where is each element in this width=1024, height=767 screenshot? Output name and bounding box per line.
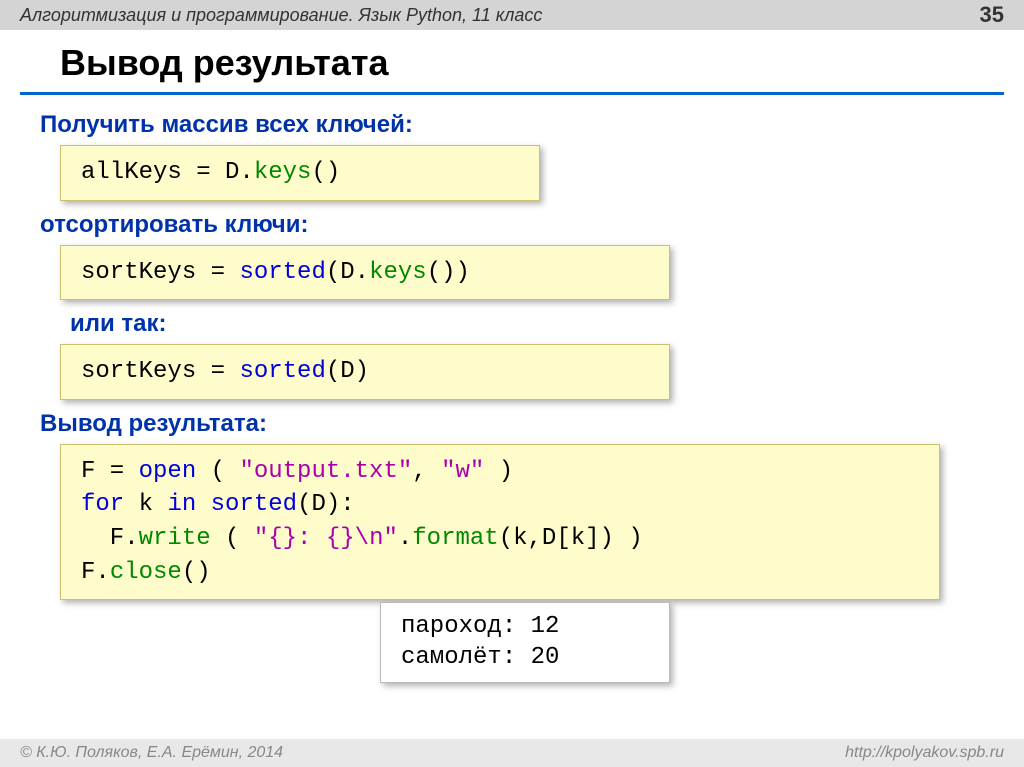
header-title: Алгоритмизация и программирование. Язык …	[20, 5, 542, 26]
code-text: (D)	[326, 358, 369, 385]
code-line: for k in sorted(D):	[81, 488, 919, 522]
footer-bar: © К.Ю. Поляков, Е.А. Ерёмин, 2014 http:/…	[0, 739, 1024, 767]
code-text: allKeys = D.	[81, 159, 254, 186]
output-line: пароход: 12	[401, 611, 649, 642]
code-box-sortkeys-short: sortKeys = sorted(D)	[60, 344, 670, 400]
slide-title: Вывод результата	[20, 30, 1004, 95]
section-label-or: или так:	[70, 310, 984, 338]
code-method: keys	[369, 259, 427, 286]
header-bar: Алгоритмизация и программирование. Язык …	[0, 0, 1024, 30]
section-label-get-keys: Получить массив всех ключей:	[40, 111, 984, 139]
code-builtin: sorted	[239, 358, 325, 385]
code-line: F.write ( "{}: {}\n".format(k,D[k]) )	[81, 522, 919, 556]
content-area: Получить массив всех ключей: allKeys = D…	[0, 95, 1024, 691]
footer-copyright: © К.Ю. Поляков, Е.А. Ерёмин, 2014	[20, 744, 283, 762]
section-label-sort-keys: отсортировать ключи:	[40, 211, 984, 239]
code-line: F = open ( "output.txt", "w" )	[81, 455, 919, 489]
code-box-allkeys: allKeys = D.keys()	[60, 145, 540, 201]
code-method: keys	[254, 159, 312, 186]
code-text: ()	[311, 159, 340, 186]
code-text: ())	[427, 259, 470, 286]
code-line: F.close()	[81, 556, 919, 590]
code-box-file-output: F = open ( "output.txt", "w" ) for k in …	[60, 444, 940, 600]
code-text: sortKeys =	[81, 358, 239, 385]
output-line: самолёт: 20	[401, 642, 649, 673]
code-builtin: sorted	[239, 259, 325, 286]
footer-url: http://kpolyakov.spb.ru	[845, 744, 1004, 762]
code-text: sortKeys =	[81, 259, 239, 286]
section-label-output: Вывод результата:	[40, 410, 984, 438]
code-box-sortkeys: sortKeys = sorted(D.keys())	[60, 245, 670, 301]
output-box: пароход: 12 самолёт: 20	[380, 602, 670, 682]
code-text: (D.	[326, 259, 369, 286]
page-number: 35	[980, 2, 1004, 28]
